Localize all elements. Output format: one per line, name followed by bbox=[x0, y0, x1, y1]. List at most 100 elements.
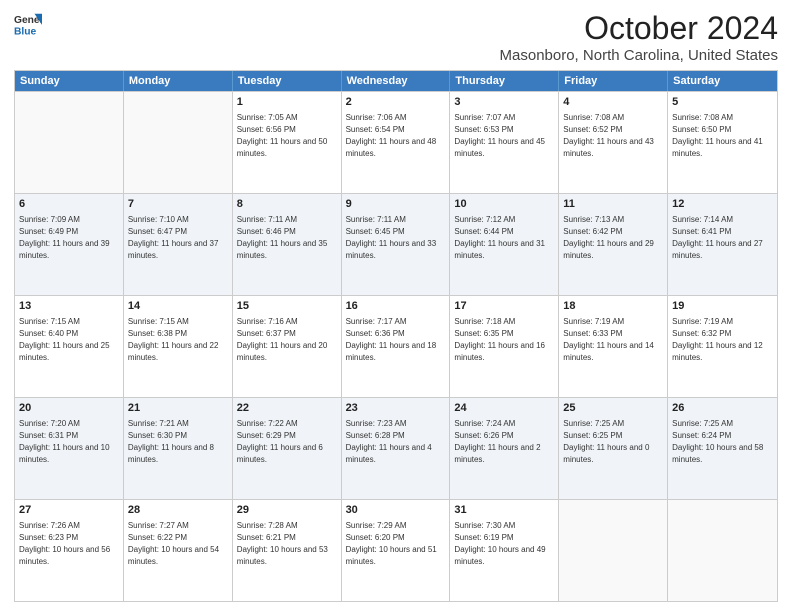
cell-info: Sunrise: 7:08 AMSunset: 6:52 PMDaylight:… bbox=[563, 113, 654, 158]
day-header-saturday: Saturday bbox=[668, 71, 777, 91]
cell-info: Sunrise: 7:26 AMSunset: 6:23 PMDaylight:… bbox=[19, 521, 110, 566]
calendar: Sunday Monday Tuesday Wednesday Thursday… bbox=[14, 70, 778, 602]
cell-info: Sunrise: 7:21 AMSunset: 6:30 PMDaylight:… bbox=[128, 419, 214, 464]
title-section: October 2024 Masonboro, North Carolina, … bbox=[500, 10, 778, 64]
svg-text:Blue: Blue bbox=[14, 26, 37, 37]
page-subtitle: Masonboro, North Carolina, United States bbox=[500, 47, 778, 64]
cell-info: Sunrise: 7:23 AMSunset: 6:28 PMDaylight:… bbox=[346, 419, 432, 464]
calendar-cell-3-3: 23 Sunrise: 7:23 AMSunset: 6:28 PMDayligh… bbox=[342, 398, 451, 499]
calendar-cell-0-1 bbox=[124, 92, 233, 193]
calendar-cell-3-2: 22 Sunrise: 7:22 AMSunset: 6:29 PMDayligh… bbox=[233, 398, 342, 499]
day-number: 17 bbox=[454, 299, 554, 314]
cell-info: Sunrise: 7:12 AMSunset: 6:44 PMDaylight:… bbox=[454, 215, 545, 260]
calendar-cell-2-6: 19 Sunrise: 7:19 AMSunset: 6:32 PMDayligh… bbox=[668, 296, 777, 397]
day-number: 31 bbox=[454, 503, 554, 518]
day-number: 27 bbox=[19, 503, 119, 518]
day-number: 25 bbox=[563, 401, 663, 416]
day-number: 19 bbox=[672, 299, 773, 314]
cell-info: Sunrise: 7:24 AMSunset: 6:26 PMDaylight:… bbox=[454, 419, 540, 464]
calendar-cell-4-0: 27 Sunrise: 7:26 AMSunset: 6:23 PMDayligh… bbox=[15, 500, 124, 601]
day-number: 24 bbox=[454, 401, 554, 416]
calendar-cell-3-1: 21Sunrise: 7:21 AMSunset: 6:30 PMDayligh… bbox=[124, 398, 233, 499]
calendar-cell-2-0: 13Sunrise: 7:15 AMSunset: 6:40 PMDayligh… bbox=[15, 296, 124, 397]
day-number: 18 bbox=[563, 299, 663, 314]
calendar-cell-4-2: 29Sunrise: 7:28 AMSunset: 6:21 PMDayligh… bbox=[233, 500, 342, 601]
cell-info: Sunrise: 7:11 AMSunset: 6:45 PMDaylight:… bbox=[346, 215, 437, 260]
calendar-cell-3-4: 24 Sunrise: 7:24 AMSunset: 6:26 PMDayligh… bbox=[450, 398, 559, 499]
calendar-cell-4-4: 31Sunrise: 7:30 AMSunset: 6:19 PMDayligh… bbox=[450, 500, 559, 601]
calendar-cell-2-5: 18 Sunrise: 7:19 AMSunset: 6:33 PMDayligh… bbox=[559, 296, 668, 397]
calendar-cell-3-0: 20Sunrise: 7:20 AMSunset: 6:31 PMDayligh… bbox=[15, 398, 124, 499]
calendar-cell-1-0: 6 Sunrise: 7:09 AMSunset: 6:49 PMDaylight… bbox=[15, 194, 124, 295]
day-number: 22 bbox=[237, 401, 337, 416]
cell-info: Sunrise: 7:10 AMSunset: 6:47 PMDaylight:… bbox=[128, 215, 219, 260]
calendar-cell-0-5: 4 Sunrise: 7:08 AMSunset: 6:52 PMDaylight… bbox=[559, 92, 668, 193]
calendar-cell-1-2: 8 Sunrise: 7:11 AMSunset: 6:46 PMDaylight… bbox=[233, 194, 342, 295]
cell-info: Sunrise: 7:25 AMSunset: 6:25 PMDaylight:… bbox=[563, 419, 649, 464]
cell-info: Sunrise: 7:29 AMSunset: 6:20 PMDaylight:… bbox=[346, 521, 437, 566]
day-number: 1 bbox=[237, 95, 337, 110]
day-number: 9 bbox=[346, 197, 446, 212]
cell-info: Sunrise: 7:08 AMSunset: 6:50 PMDaylight:… bbox=[672, 113, 763, 158]
cell-info: Sunrise: 7:22 AMSunset: 6:29 PMDaylight:… bbox=[237, 419, 323, 464]
calendar-cell-2-1: 14 Sunrise: 7:15 AMSunset: 6:38 PMDayligh… bbox=[124, 296, 233, 397]
cell-info: Sunrise: 7:06 AMSunset: 6:54 PMDaylight:… bbox=[346, 113, 437, 158]
calendar-cell-2-2: 15Sunrise: 7:16 AMSunset: 6:37 PMDayligh… bbox=[233, 296, 342, 397]
calendar-cell-2-3: 16Sunrise: 7:17 AMSunset: 6:36 PMDayligh… bbox=[342, 296, 451, 397]
day-number: 13 bbox=[19, 299, 119, 314]
cell-info: Sunrise: 7:09 AMSunset: 6:49 PMDaylight:… bbox=[19, 215, 110, 260]
calendar-cell-0-2: 1 Sunrise: 7:05 AMSunset: 6:56 PMDaylight… bbox=[233, 92, 342, 193]
day-number: 14 bbox=[128, 299, 228, 314]
calendar-cell-1-1: 7 Sunrise: 7:10 AMSunset: 6:47 PMDaylight… bbox=[124, 194, 233, 295]
cell-info: Sunrise: 7:13 AMSunset: 6:42 PMDaylight:… bbox=[563, 215, 654, 260]
day-header-thursday: Thursday bbox=[450, 71, 559, 91]
calendar-cell-1-6: 12 Sunrise: 7:14 AMSunset: 6:41 PMDayligh… bbox=[668, 194, 777, 295]
calendar-cell-1-4: 10Sunrise: 7:12 AMSunset: 6:44 PMDayligh… bbox=[450, 194, 559, 295]
calendar-row-3: 20Sunrise: 7:20 AMSunset: 6:31 PMDayligh… bbox=[15, 397, 777, 499]
header: General Blue October 2024 Masonboro, Nor… bbox=[14, 10, 778, 64]
day-number: 7 bbox=[128, 197, 228, 212]
cell-info: Sunrise: 7:14 AMSunset: 6:41 PMDaylight:… bbox=[672, 215, 763, 260]
day-number: 28 bbox=[128, 503, 228, 518]
day-number: 23 bbox=[346, 401, 446, 416]
day-number: 6 bbox=[19, 197, 119, 212]
day-header-wednesday: Wednesday bbox=[342, 71, 451, 91]
day-number: 5 bbox=[672, 95, 773, 110]
calendar-cell-3-6: 26Sunrise: 7:25 AMSunset: 6:24 PMDayligh… bbox=[668, 398, 777, 499]
cell-info: Sunrise: 7:28 AMSunset: 6:21 PMDaylight:… bbox=[237, 521, 328, 566]
calendar-cell-0-4: 3Sunrise: 7:07 AMSunset: 6:53 PMDaylight… bbox=[450, 92, 559, 193]
cell-info: Sunrise: 7:20 AMSunset: 6:31 PMDaylight:… bbox=[19, 419, 110, 464]
calendar-cell-1-5: 11 Sunrise: 7:13 AMSunset: 6:42 PMDayligh… bbox=[559, 194, 668, 295]
calendar-cell-1-3: 9 Sunrise: 7:11 AMSunset: 6:45 PMDaylight… bbox=[342, 194, 451, 295]
calendar-cell-4-3: 30Sunrise: 7:29 AMSunset: 6:20 PMDayligh… bbox=[342, 500, 451, 601]
calendar-cell-2-4: 17Sunrise: 7:18 AMSunset: 6:35 PMDayligh… bbox=[450, 296, 559, 397]
calendar-cell-4-1: 28Sunrise: 7:27 AMSunset: 6:22 PMDayligh… bbox=[124, 500, 233, 601]
day-number: 3 bbox=[454, 95, 554, 110]
calendar-cell-0-3: 2 Sunrise: 7:06 AMSunset: 6:54 PMDaylight… bbox=[342, 92, 451, 193]
cell-info: Sunrise: 7:19 AMSunset: 6:33 PMDaylight:… bbox=[563, 317, 654, 362]
day-header-sunday: Sunday bbox=[15, 71, 124, 91]
cell-info: Sunrise: 7:11 AMSunset: 6:46 PMDaylight:… bbox=[237, 215, 328, 260]
page: General Blue October 2024 Masonboro, Nor… bbox=[0, 0, 792, 612]
cell-info: Sunrise: 7:15 AMSunset: 6:38 PMDaylight:… bbox=[128, 317, 219, 362]
cell-info: Sunrise: 7:05 AMSunset: 6:56 PMDaylight:… bbox=[237, 113, 328, 158]
logo-icon: General Blue bbox=[14, 10, 42, 38]
logo: General Blue bbox=[14, 10, 42, 38]
day-number: 11 bbox=[563, 197, 663, 212]
calendar-row-2: 13Sunrise: 7:15 AMSunset: 6:40 PMDayligh… bbox=[15, 295, 777, 397]
calendar-row-1: 6 Sunrise: 7:09 AMSunset: 6:49 PMDaylight… bbox=[15, 193, 777, 295]
day-number: 12 bbox=[672, 197, 773, 212]
calendar-cell-0-6: 5 Sunrise: 7:08 AMSunset: 6:50 PMDaylight… bbox=[668, 92, 777, 193]
cell-info: Sunrise: 7:17 AMSunset: 6:36 PMDaylight:… bbox=[346, 317, 437, 362]
day-number: 15 bbox=[237, 299, 337, 314]
day-number: 2 bbox=[346, 95, 446, 110]
cell-info: Sunrise: 7:25 AMSunset: 6:24 PMDaylight:… bbox=[672, 419, 763, 464]
day-number: 4 bbox=[563, 95, 663, 110]
page-title: October 2024 bbox=[500, 10, 778, 47]
day-number: 8 bbox=[237, 197, 337, 212]
calendar-cell-4-5 bbox=[559, 500, 668, 601]
day-header-monday: Monday bbox=[124, 71, 233, 91]
calendar-cell-0-0 bbox=[15, 92, 124, 193]
calendar-cell-3-5: 25 Sunrise: 7:25 AMSunset: 6:25 PMDayligh… bbox=[559, 398, 668, 499]
cell-info: Sunrise: 7:19 AMSunset: 6:32 PMDaylight:… bbox=[672, 317, 763, 362]
